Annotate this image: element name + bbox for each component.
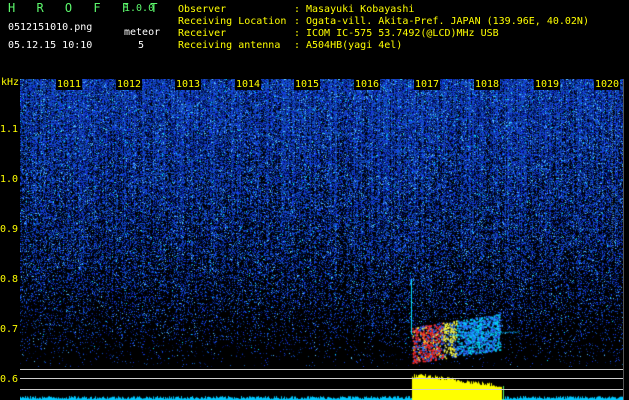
location-label: Receiving Location (178, 16, 287, 27)
meteor-count: 5 (138, 40, 145, 51)
x-tick-label: 1016 (354, 79, 381, 90)
x-tick-label: 1013 (175, 79, 202, 90)
location-separator: : (294, 16, 301, 27)
hrofft-window: H R O F F T 1.0.0 0512151010.png 05.12.1… (0, 0, 629, 400)
panel-divider-top (20, 369, 623, 370)
y-tick-label: 1.0 (0, 174, 19, 185)
receiver-value: ICOM IC-575 53.7492(@LCD)MHz USB (306, 28, 499, 39)
antenna-label: Receiving antenna (178, 40, 281, 51)
location-value: Ogata-vill. Akita-Pref. JAPAN (139.96E, … (306, 16, 589, 27)
x-tick-label: 1012 (116, 79, 143, 90)
x-axis-labels: 1011 1012 1013 1014 1015 1016 1017 1018 … (20, 79, 621, 90)
panel-divider-mid (20, 378, 623, 379)
y-tick-label: 0.9 (0, 224, 19, 235)
spectrogram (20, 79, 623, 367)
antenna-value: A504HB(yagi 4el) (306, 40, 403, 51)
x-tick-label: 1014 (235, 79, 262, 90)
right-border (623, 79, 624, 400)
observer-separator: : (294, 4, 301, 15)
y-tick-label: 1.1 (0, 124, 19, 135)
receiver-separator: : (294, 28, 301, 39)
observer-value: Masayuki Kobayashi (306, 4, 415, 15)
file-datetime: 05.12.15 10:10 (8, 40, 93, 51)
x-tick-label: 1019 (534, 79, 561, 90)
x-tick-label: 1011 (56, 79, 83, 90)
receiver-label: Receiver (178, 28, 227, 39)
file-name: 0512151010.png (8, 22, 93, 33)
y-tick-label: 0.7 (0, 324, 19, 335)
observer-label: Observer (178, 4, 227, 15)
y-tick-label: 0.8 (0, 274, 19, 285)
x-tick-label: 1020 (594, 79, 621, 90)
x-tick-label: 1017 (414, 79, 441, 90)
y-tick-label: 0.6 (0, 374, 19, 385)
x-tick-label: 1015 (294, 79, 321, 90)
x-tick-label: 1018 (474, 79, 501, 90)
meteor-label: meteor (124, 27, 161, 38)
antenna-separator: : (294, 40, 301, 51)
panel-divider-bottom (20, 389, 623, 390)
signal-level-panel (20, 367, 623, 400)
app-version: 1.0.0 (124, 3, 155, 14)
y-axis-unit: kHz (1, 77, 20, 88)
